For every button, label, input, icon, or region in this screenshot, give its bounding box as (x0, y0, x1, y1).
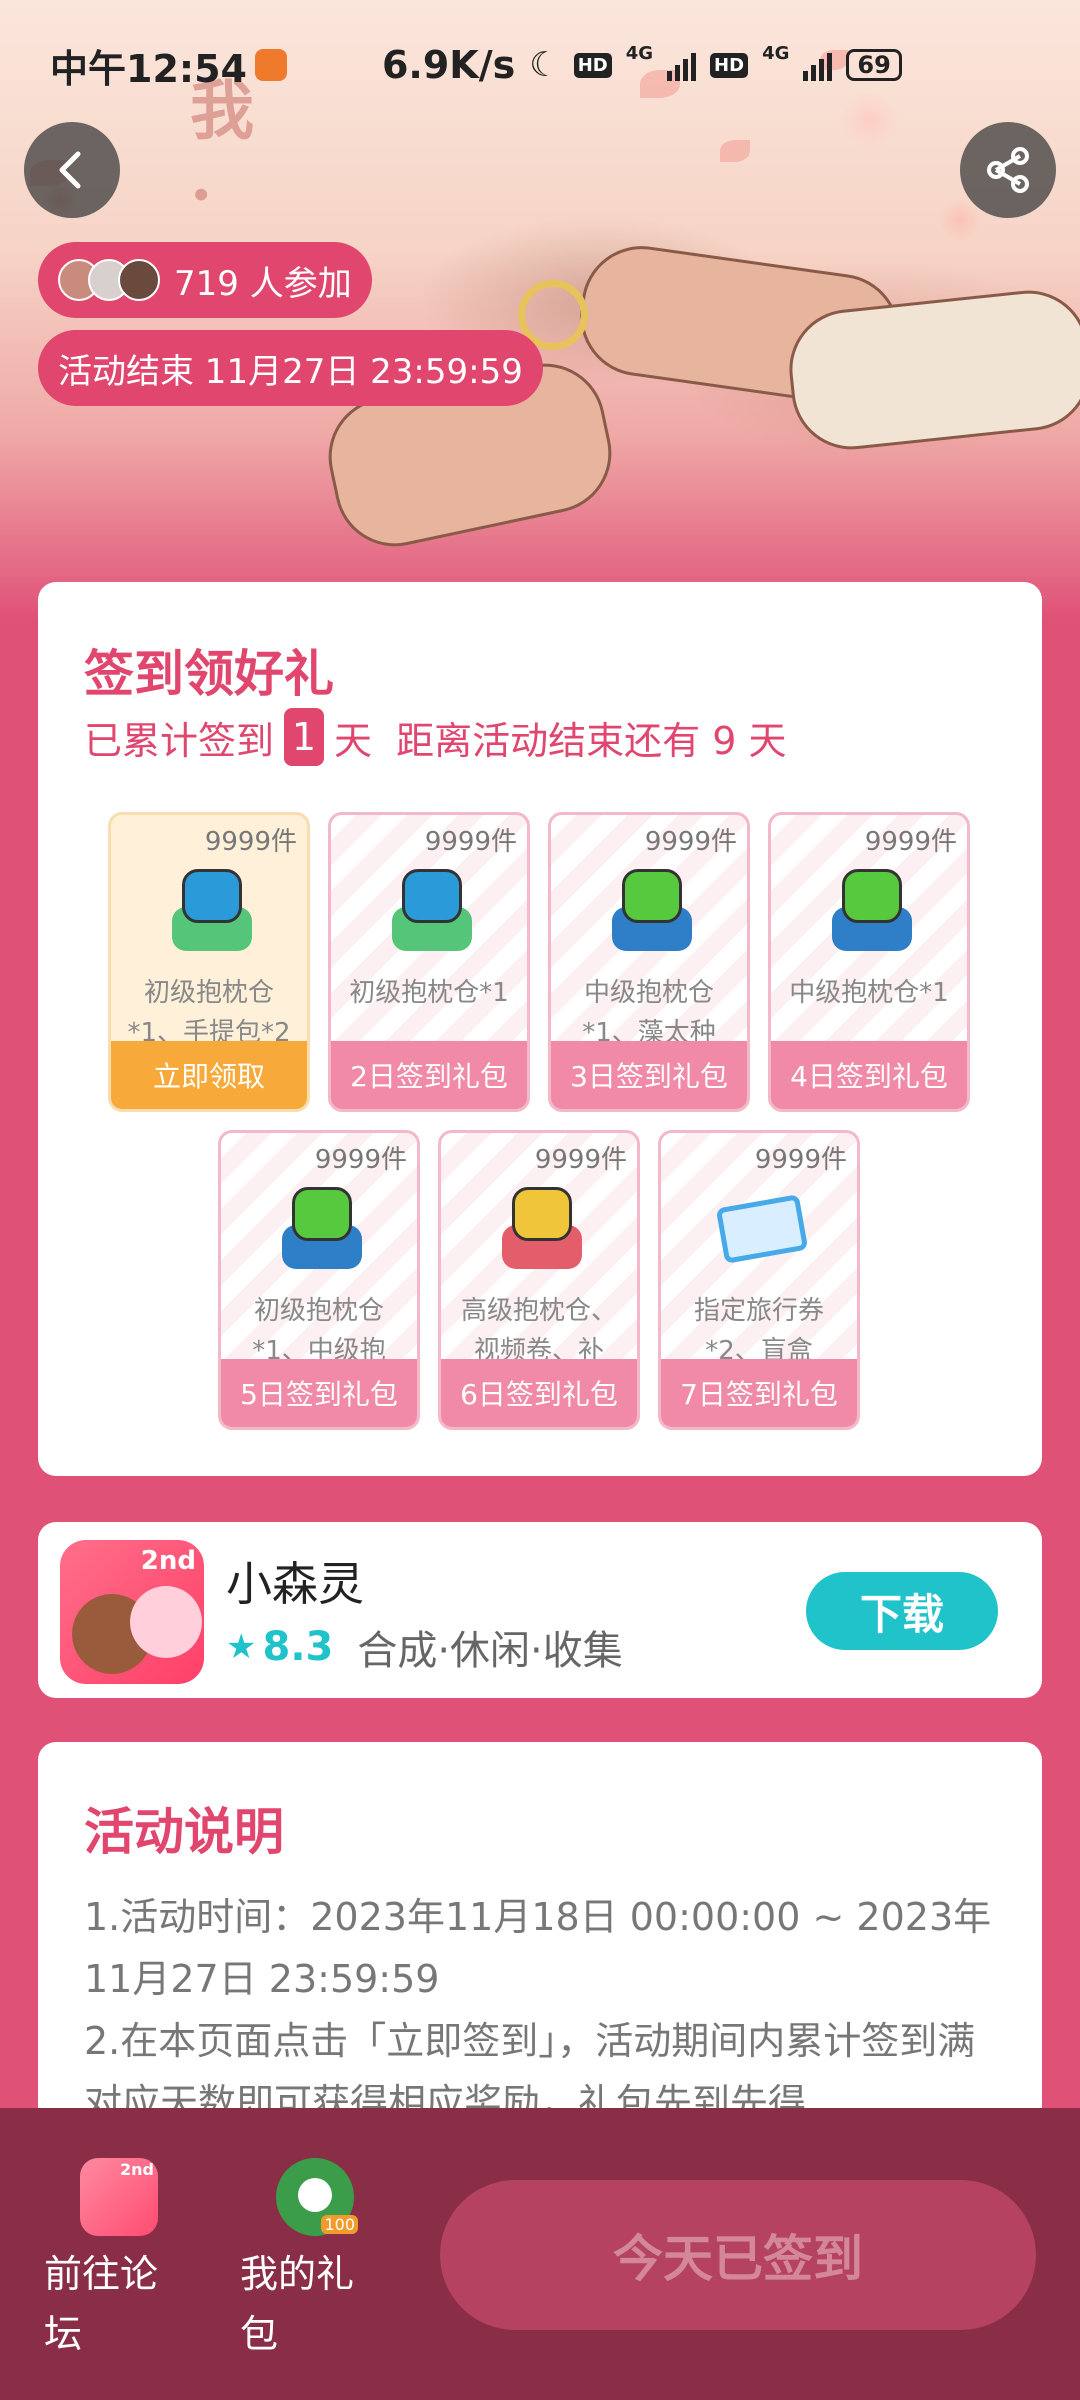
status-bar: 中午12:54 6.9K/s ☾ HD 4G HD 4G 69 (0, 0, 1080, 130)
end-time-text: 活动结束 11月27日 23:59:59 (58, 351, 523, 392)
gift-card[interactable]: 9999件 高级抱枕仓、视频卷、补 6日签到礼包 (438, 1130, 640, 1430)
share-icon (987, 147, 1029, 193)
app-name: 小森灵 (226, 1557, 364, 1611)
hd-badge: HD (573, 52, 612, 78)
participant-avatars (58, 259, 160, 301)
gift-day-label: 6日签到礼包 (441, 1359, 637, 1427)
gift-card[interactable]: 9999件 初级抱枕仓*1、中级抱 5日签到礼包 (218, 1130, 420, 1430)
back-button[interactable] (24, 122, 120, 218)
gift-stock: 9999件 (754, 1145, 847, 1175)
gift-day-label: 4日签到礼包 (771, 1041, 967, 1109)
gift-card[interactable]: 9999件 中级抱枕仓*1、藻太种 3日签到礼包 (548, 812, 750, 1112)
app-icon[interactable]: 2nd (60, 1540, 204, 1684)
forum-app-icon: 2nd (80, 2158, 158, 2236)
end-time-pill: 活动结束 11月27日 23:59:59 (38, 330, 543, 406)
star-icon: ★ (226, 1627, 257, 1667)
gift-day-label: 5日签到礼包 (221, 1359, 417, 1427)
gift-stock: 9999件 (314, 1145, 407, 1175)
checkin-days: 1 (284, 708, 325, 766)
gift-count-badge: 100 (321, 2215, 358, 2234)
gift-card[interactable]: 9999件 中级抱枕仓*1 4日签到礼包 (768, 812, 970, 1112)
green-cat-pillow-icon (276, 1181, 368, 1273)
bottom-bar: 2nd 前往论坛 100 我的礼包 今天已签到 (0, 2108, 1080, 2400)
yellow-cat-pillow-icon (496, 1181, 588, 1273)
my-gifts-label: 我的礼包 (240, 2252, 355, 2356)
rules-title: 活动说明 (84, 1803, 284, 1861)
panda-gift-icon: 100 (276, 2158, 358, 2236)
checked-in-button[interactable]: 今天已签到 (440, 2180, 1036, 2330)
gift-card[interactable]: 9999件 初级抱枕仓*1 2日签到礼包 (328, 812, 530, 1112)
signal-icon (667, 49, 697, 81)
rules-card: 活动说明 1.活动时间：2023年11月18日 00:00:00 ~ 2023年… (38, 1742, 1042, 2162)
rules-line-1: 1.活动时间：2023年11月18日 00:00:00 ~ 2023年11月27… (84, 1895, 992, 2001)
pig-icon (130, 1586, 202, 1658)
forum-label: 前往论坛 (44, 2252, 159, 2356)
gift-card[interactable]: 9999件 指定旅行券*2、盲盒 7日签到礼包 (658, 1130, 860, 1430)
claim-now-button[interactable]: 立即领取 (111, 1041, 307, 1109)
green-cat-pillow-icon (606, 863, 698, 955)
gift-stock: 9999件 (534, 1145, 627, 1175)
gift-card[interactable]: 9999件 初级抱枕仓*1、手提包*2 立即领取 (108, 812, 310, 1112)
app-notification-icon (254, 49, 287, 81)
battery-icon: 69 (846, 49, 902, 81)
travel-ticket-icon (715, 1181, 809, 1273)
gift-stock: 9999件 (644, 827, 737, 857)
moon-icon: ☾ (529, 45, 560, 85)
download-button[interactable]: 下载 (806, 1572, 998, 1650)
avatar (118, 259, 160, 301)
rules-text: 1.活动时间：2023年11月18日 00:00:00 ~ 2023年11月27… (84, 1886, 996, 2134)
app-tags: 合成·休闲·收集 (357, 1628, 623, 1674)
checkin-prefix: 已累计签到 (84, 718, 275, 763)
share-button[interactable] (960, 122, 1056, 218)
clock-text: 中午12:54 (50, 46, 247, 91)
app-meta: ★ 8.3 合成·休闲·收集 (226, 1618, 623, 1676)
checkin-suffix: 天 距离活动结束还有 9 天 (334, 718, 787, 763)
my-gifts-link[interactable]: 100 我的礼包 (240, 2158, 380, 2364)
participants-pill[interactable]: 719 人参加 (38, 242, 372, 318)
signal-icon (803, 49, 833, 81)
network-speed: 6.9K/s (381, 43, 516, 87)
gift-day-label: 3日签到礼包 (551, 1041, 747, 1109)
checkin-progress: 已累计签到 1 天 距离活动结束还有 9 天 (84, 708, 787, 766)
forum-icon-badge: 2nd (120, 2160, 154, 2179)
app-version-badge: 2nd (140, 1546, 196, 1576)
blue-pillow-chest-icon (386, 863, 478, 955)
gift-stock: 9999件 (864, 827, 957, 857)
blue-pillow-chest-icon (166, 863, 258, 955)
forum-link[interactable]: 2nd 前往论坛 (44, 2158, 184, 2364)
network-type-1: 4G (625, 43, 654, 64)
participants-count: 719 人参加 (174, 263, 352, 304)
gift-stock: 9999件 (204, 827, 297, 857)
gift-day-label: 2日签到礼包 (331, 1041, 527, 1109)
chevron-left-icon (59, 151, 81, 189)
app-card[interactable]: 2nd 小森灵 ★ 8.3 合成·休闲·收集 下载 (38, 1522, 1042, 1698)
app-rating: 8.3 (262, 1624, 334, 1670)
network-type-2: 4G (762, 43, 790, 64)
gift-day-label: 7日签到礼包 (661, 1359, 857, 1427)
status-time: 中午12:54 (50, 38, 287, 93)
gift-stock: 9999件 (424, 827, 517, 857)
hd-badge: HD (710, 52, 749, 78)
checkin-title: 签到领好礼 (84, 645, 334, 703)
green-cat-pillow-icon (826, 863, 918, 955)
checkin-card: 签到领好礼 已累计签到 1 天 距离活动结束还有 9 天 9999件 初级抱枕仓*… (38, 582, 1042, 1476)
